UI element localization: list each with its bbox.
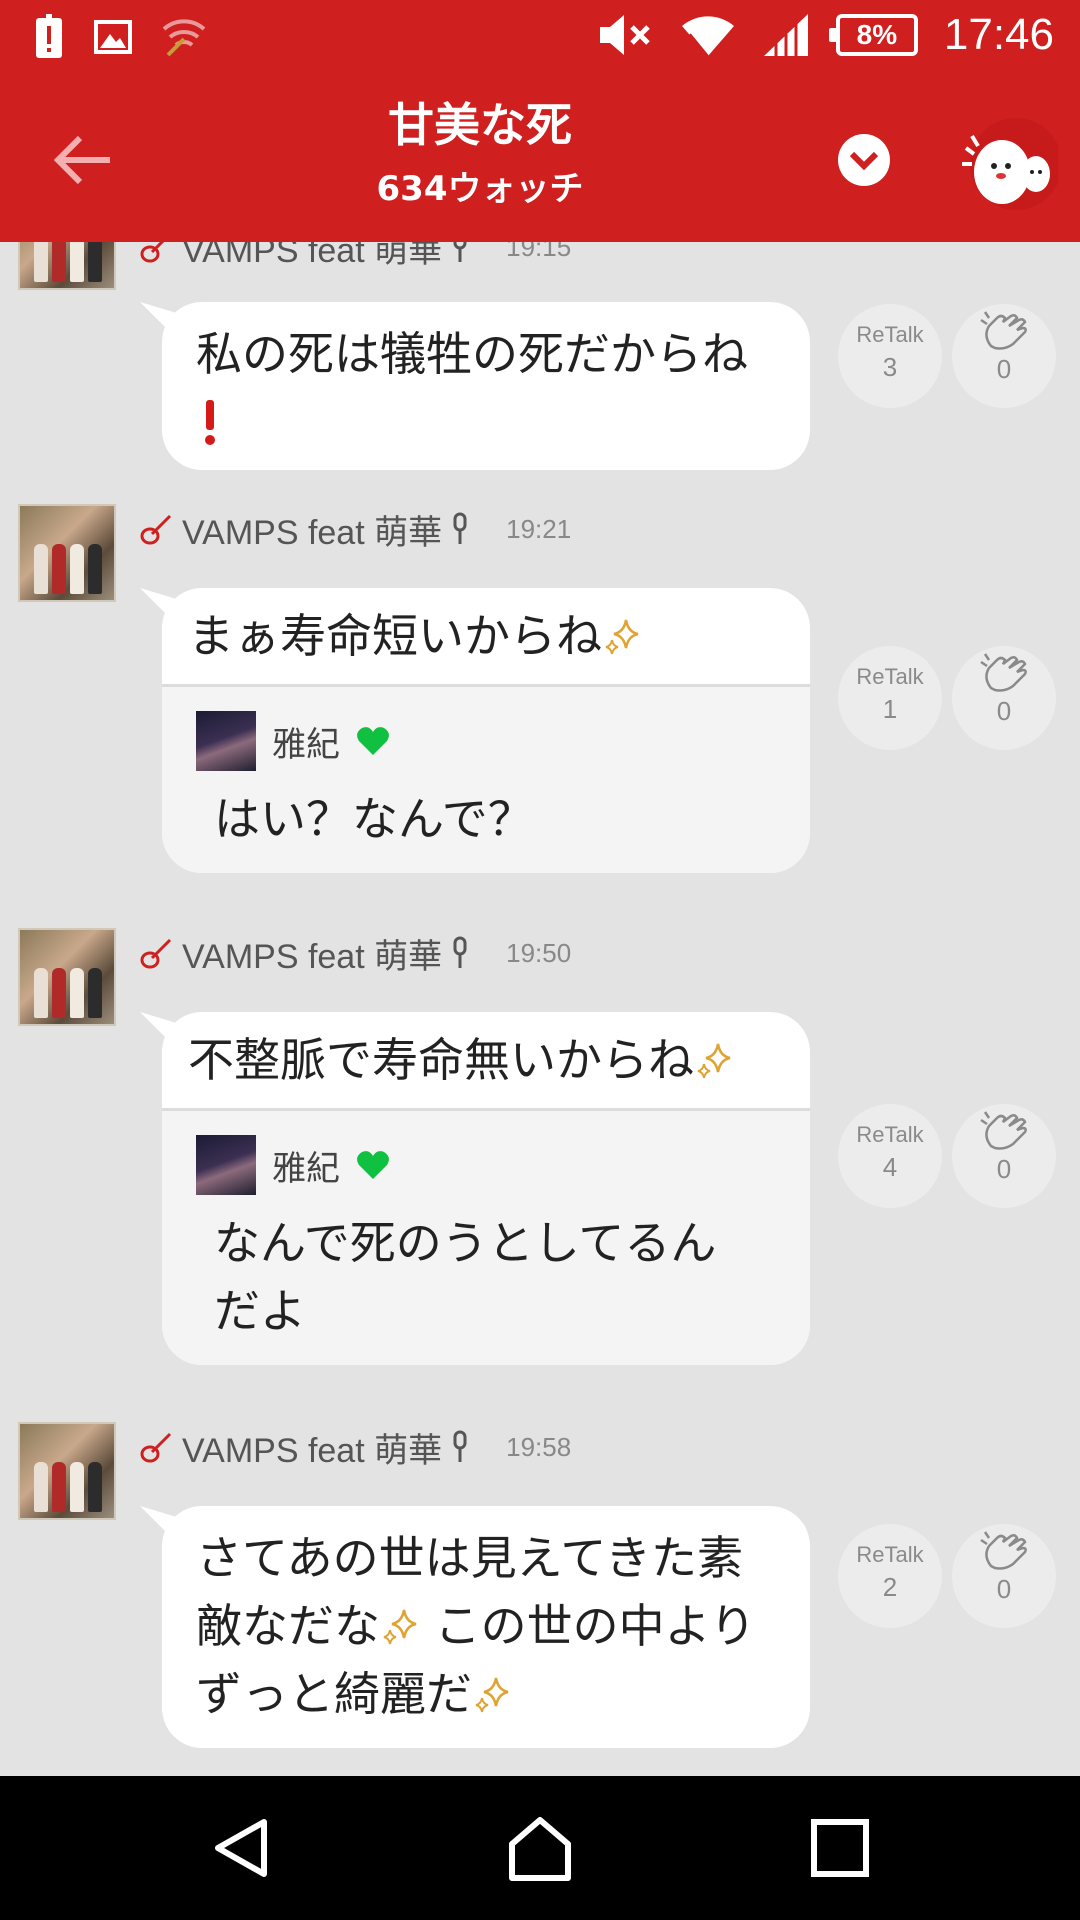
alert-icon bbox=[36, 14, 62, 58]
image-icon bbox=[94, 20, 132, 54]
nav-home-icon[interactable] bbox=[506, 1814, 574, 1882]
guitar-icon bbox=[140, 938, 172, 969]
sparkle-icon bbox=[697, 1043, 731, 1079]
battery-level: 8% bbox=[856, 19, 898, 50]
exclamation-icon bbox=[205, 400, 215, 445]
message-text: 私の死は犠牲の死だからね bbox=[196, 327, 748, 381]
clap-button[interactable]: 0 bbox=[952, 646, 1056, 750]
retalk-button[interactable]: ReTalk 4 bbox=[838, 1104, 942, 1208]
quoted-text: なんで死のうとしてるんだよ bbox=[214, 1216, 717, 1338]
clap-button[interactable]: 0 bbox=[952, 1524, 1056, 1628]
guitar-icon bbox=[140, 242, 165, 263]
clock: 17:46 bbox=[943, 10, 1054, 59]
message-bubble[interactable]: 私の死は犠牲の死だからね bbox=[162, 302, 810, 470]
guitar-icon bbox=[140, 514, 172, 545]
username[interactable]: VAMPS feat 萌華 bbox=[182, 1423, 442, 1472]
microphone-icon bbox=[453, 936, 467, 968]
retalk-button[interactable]: ReTalk 1 bbox=[838, 646, 942, 750]
quoted-text: はい？なんで？ bbox=[214, 792, 534, 846]
quoted-username: 雅紀 bbox=[272, 1148, 340, 1189]
signal-icon bbox=[763, 14, 808, 56]
message-text: まぁ寿命短いからね bbox=[188, 609, 602, 663]
message-text: 不整脈で寿命無いからね bbox=[188, 1033, 694, 1087]
retalk-count: 3 bbox=[882, 352, 898, 382]
quoted-reply[interactable]: 雅紀 なんで死のうとしてるんだよ bbox=[162, 1108, 810, 1365]
clap-icon bbox=[980, 311, 1027, 350]
page-title: 甘美な死 bbox=[388, 98, 572, 152]
nav-recent-apps-icon[interactable] bbox=[808, 1816, 872, 1880]
dropdown-button[interactable] bbox=[838, 134, 890, 186]
microphone-icon bbox=[453, 242, 467, 262]
avatar[interactable] bbox=[18, 928, 116, 1026]
timestamp: 19:21 bbox=[506, 513, 572, 544]
message-meta: VAMPS feat 萌華 19:15 bbox=[140, 242, 571, 272]
clap-icon bbox=[980, 653, 1027, 692]
mute-icon bbox=[599, 15, 650, 55]
clap-icon bbox=[980, 1111, 1027, 1150]
guitar-icon bbox=[140, 1432, 172, 1463]
message-bubble[interactable]: 不整脈で寿命無いからね 雅紀 なんで死のうとしてるんだよ bbox=[162, 1012, 810, 1365]
retalk-button[interactable]: ReTalk 3 bbox=[838, 304, 942, 408]
message-meta: VAMPS feat 萌華 19:50 bbox=[140, 928, 571, 978]
username[interactable]: VAMPS feat 萌華 bbox=[182, 929, 442, 978]
clap-count: 0 bbox=[996, 696, 1012, 726]
quoted-avatar bbox=[196, 1135, 256, 1195]
retalk-count: 1 bbox=[882, 694, 898, 724]
sparkle-icon bbox=[475, 1677, 509, 1713]
header-titles: 甘美な死 634ウォッチ bbox=[280, 98, 680, 210]
timestamp: 19:15 bbox=[506, 242, 572, 262]
message-meta: VAMPS feat 萌華 19:58 bbox=[140, 1422, 571, 1472]
watch-count: 634ウォッチ bbox=[376, 169, 584, 210]
retalk-label: ReTalk bbox=[856, 322, 924, 347]
message-bubble[interactable]: さてあの世は見えてきた素敵なだな この世の中よりずっと綺麗だ bbox=[162, 1506, 810, 1748]
clap-count: 0 bbox=[996, 354, 1012, 384]
avatar[interactable] bbox=[18, 1422, 116, 1520]
username[interactable]: VAMPS feat 萌華 bbox=[182, 242, 442, 272]
nav-back-icon[interactable] bbox=[210, 1816, 274, 1880]
quoted-reply[interactable]: 雅紀 はい？なんで？ bbox=[162, 684, 810, 873]
quoted-username: 雅紀 bbox=[272, 724, 340, 765]
wifi-off-icon bbox=[162, 19, 206, 57]
avatar[interactable] bbox=[18, 242, 116, 290]
retalk-label: ReTalk bbox=[856, 1542, 924, 1567]
app-bar: 甘美な死 634ウォッチ bbox=[0, 78, 1080, 242]
back-arrow-icon[interactable] bbox=[44, 120, 124, 200]
clap-button[interactable]: 0 bbox=[952, 304, 1056, 408]
status-bar: 8% 17:46 bbox=[0, 0, 1080, 78]
clap-count: 0 bbox=[996, 1154, 1012, 1184]
retalk-count: 2 bbox=[882, 1572, 898, 1602]
mascot-icon[interactable] bbox=[958, 114, 1058, 214]
retalk-button[interactable]: ReTalk 2 bbox=[838, 1524, 942, 1628]
retalk-count: 4 bbox=[882, 1152, 898, 1182]
chevron-down-icon bbox=[849, 151, 879, 171]
system-nav-bar bbox=[0, 1776, 1080, 1920]
green-heart-icon bbox=[357, 727, 389, 755]
timestamp: 19:58 bbox=[506, 1431, 572, 1462]
retalk-label: ReTalk bbox=[856, 664, 924, 689]
message-meta: VAMPS feat 萌華 19:21 bbox=[140, 504, 571, 554]
username[interactable]: VAMPS feat 萌華 bbox=[182, 505, 442, 554]
message-bubble[interactable]: まぁ寿命短いからね 雅紀 はい？なんで？ bbox=[162, 588, 810, 873]
retalk-label: ReTalk bbox=[856, 1122, 924, 1147]
wifi-icon bbox=[681, 16, 734, 57]
clap-count: 0 bbox=[996, 1574, 1012, 1604]
battery-indicator: 8% bbox=[828, 14, 918, 56]
message-feed[interactable]: VAMPS feat 萌華 19:15 私の死は犠牲の死だからね ReTalk … bbox=[0, 242, 1080, 1776]
timestamp: 19:50 bbox=[506, 937, 572, 968]
microphone-icon bbox=[453, 1430, 467, 1462]
clap-icon bbox=[980, 1531, 1027, 1570]
clap-button[interactable]: 0 bbox=[952, 1104, 1056, 1208]
microphone-icon bbox=[453, 512, 467, 544]
sparkle-icon bbox=[383, 1609, 417, 1645]
sparkle-icon bbox=[605, 619, 639, 655]
quoted-avatar bbox=[196, 711, 256, 771]
avatar[interactable] bbox=[18, 504, 116, 602]
green-heart-icon bbox=[357, 1151, 389, 1179]
